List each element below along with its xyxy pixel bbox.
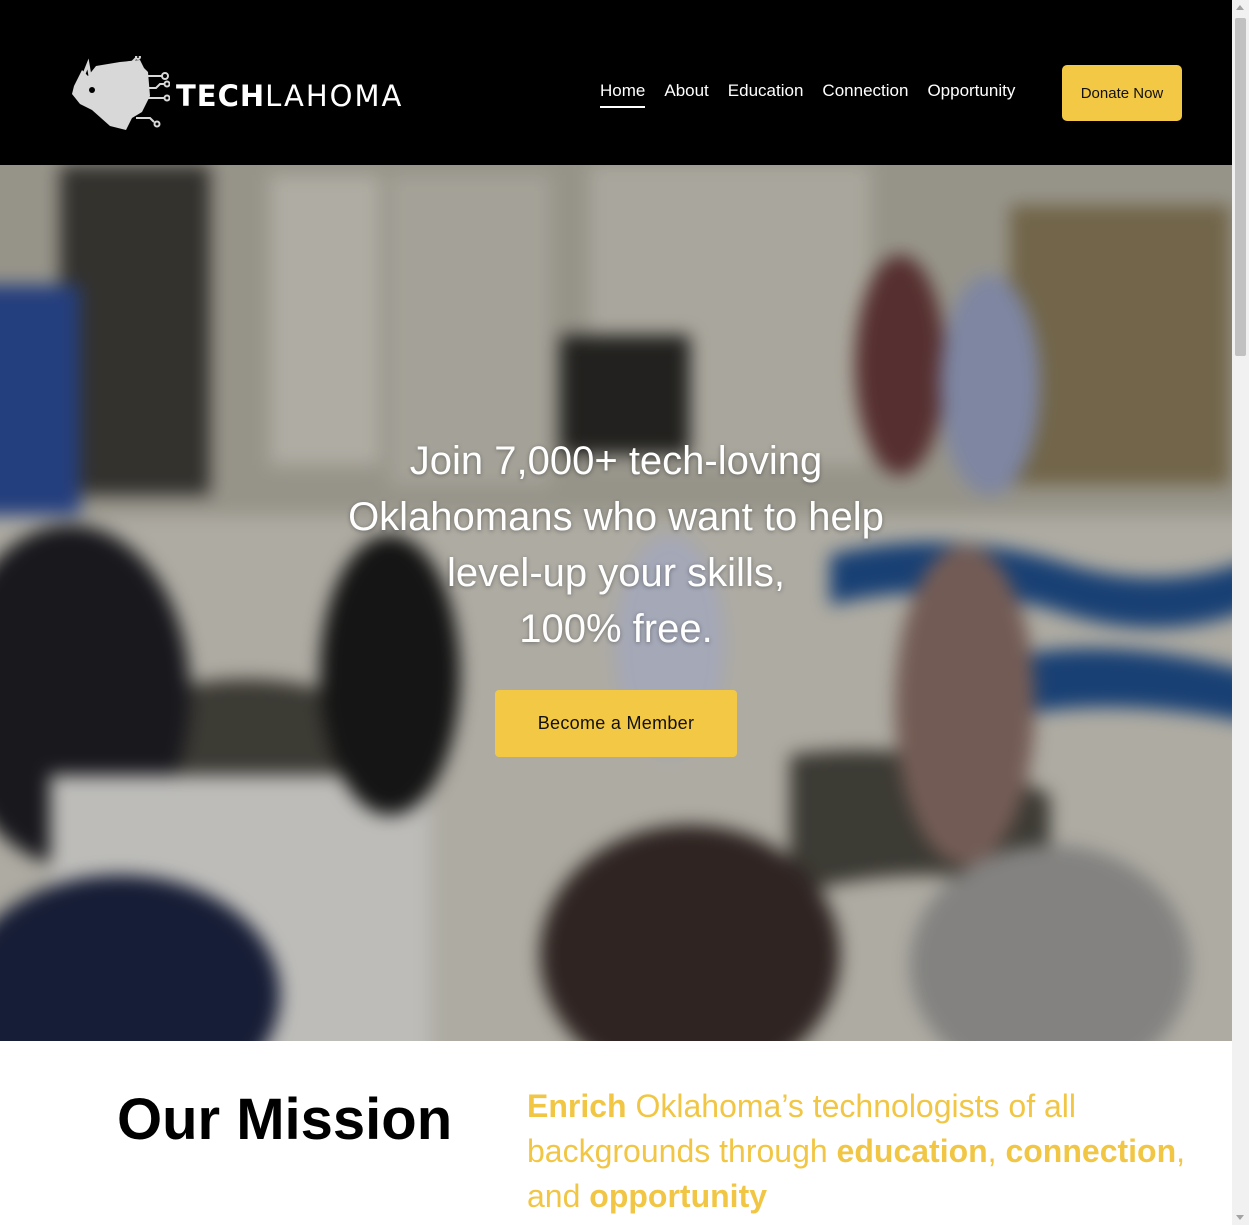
scrollbar-thumb[interactable] [1235,18,1246,356]
hero-headline: Join 7,000+ tech-loving Oklahomans who w… [300,433,932,657]
hero-section: Join 7,000+ tech-loving Oklahomans who w… [0,165,1232,1041]
main-nav: Home About Education Connection Opportun… [600,81,1015,108]
mission-statement: Enrich Oklahoma’s technologists of all b… [527,1084,1207,1219]
nav-connection[interactable]: Connection [822,81,908,108]
site-header: TECHLAHOMA Home About Education Connecti… [0,0,1232,165]
nav-education[interactable]: Education [728,81,804,108]
logo-wordmark: TECHLAHOMA [176,79,403,113]
hero-line-1: Join 7,000+ tech-loving [409,439,823,483]
donate-now-button[interactable]: Donate Now [1062,65,1182,121]
hero-line-2: Oklahomans who want to help [348,495,884,539]
scroll-down-arrow-icon[interactable] [1236,1215,1244,1220]
nav-home[interactable]: Home [600,81,646,108]
site-logo[interactable]: TECHLAHOMA [70,56,403,136]
nav-opportunity[interactable]: Opportunity [927,81,1015,108]
mission-heading: Our Mission [117,1087,453,1152]
page: TECHLAHOMA Home About Education Connecti… [0,0,1232,1225]
mission-connection: connection [1005,1133,1177,1169]
mission-text-2: , [987,1133,1006,1169]
hero-line-4: 100% free. [519,607,713,651]
bison-circuit-logo-icon [72,56,170,130]
mission-opportunity: opportunity [589,1178,768,1214]
nav-about[interactable]: About [664,81,708,108]
logo-text-bold: TECH [176,79,266,113]
mission-enrich: Enrich [527,1088,627,1124]
scroll-up-arrow-icon[interactable] [1236,5,1244,10]
page-scrollbar[interactable] [1232,0,1249,1225]
mission-education: education [836,1133,988,1169]
become-member-button[interactable]: Become a Member [495,690,737,757]
logo-text-light: LAHOMA [265,79,404,113]
hero-line-3: level-up your skills, [447,551,785,595]
